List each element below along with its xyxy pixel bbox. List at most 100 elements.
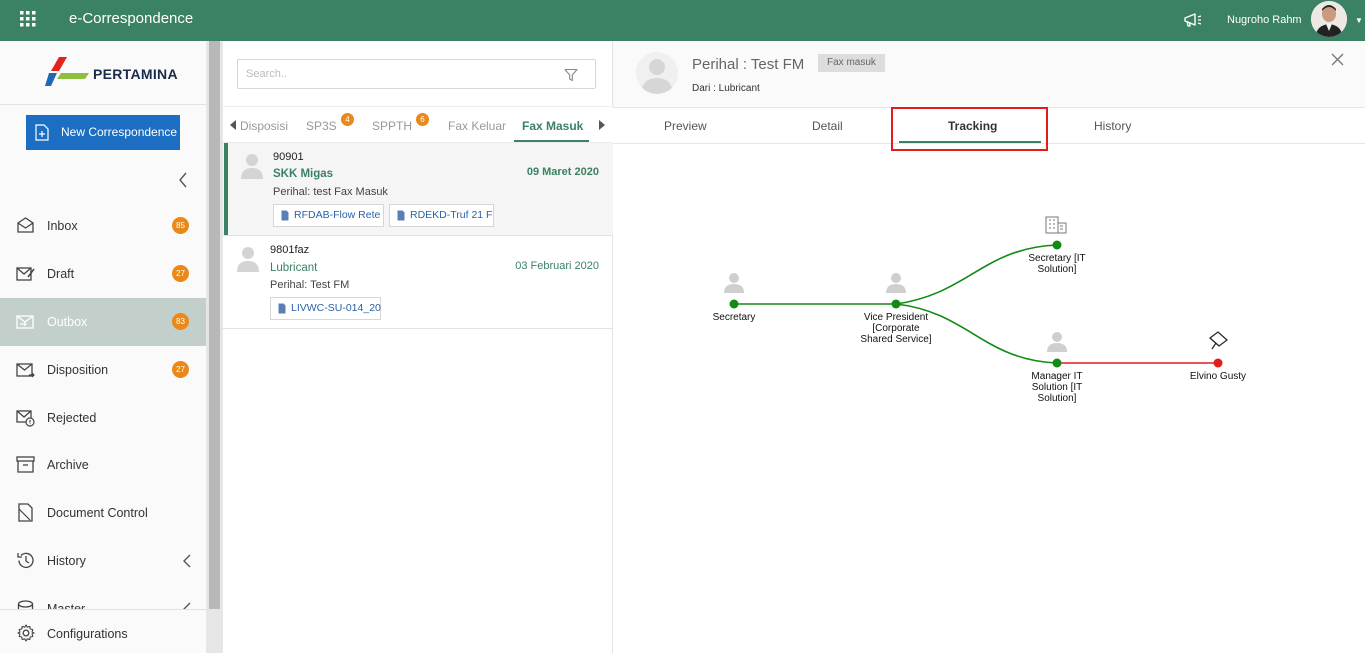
detail-sender: Dari : Lubricant [692, 83, 760, 94]
tracking-node-dot[interactable] [729, 299, 739, 309]
sppth-count-badge: 6 [416, 113, 429, 126]
tab-fax-keluar[interactable]: Fax Keluar [448, 119, 506, 133]
tabs-scroll-left-icon[interactable] [228, 119, 238, 131]
sidebar-item-archive[interactable]: Archive [0, 441, 206, 489]
detail-subject: Perihal : Test FM [692, 56, 805, 73]
attachment-chip[interactable]: RDEKD-Truf 21 F [389, 204, 494, 227]
scrollbar-thumb[interactable] [209, 41, 220, 609]
sidebar-item-label: History [47, 554, 86, 568]
tracking-node-dot[interactable] [1213, 358, 1223, 368]
disposition-envelope-icon [16, 363, 35, 378]
tracking-node-label-line: Manager IT [1031, 371, 1083, 382]
archive-box-icon [16, 456, 35, 473]
sender-avatar [636, 52, 678, 94]
app-title: e-Correspondence [69, 10, 194, 27]
sidebar-item-configurations[interactable]: Configurations [0, 609, 223, 653]
mail-subject: Perihal: test Fax Masuk [273, 186, 388, 198]
apps-grid-icon[interactable] [20, 11, 36, 27]
document-control-icon [18, 503, 33, 522]
tab-sp3s[interactable]: SP3S [306, 119, 337, 133]
tab-history[interactable]: History [1094, 119, 1131, 133]
detail-pane: Perihal : Test FM Fax masuk Dari : Lubri… [613, 41, 1365, 653]
collapse-sidebar-chevron-icon[interactable] [177, 171, 189, 189]
tracking-canvas: Secretary Vice President [Corporate Shared … [613, 144, 1365, 653]
new-document-icon [35, 124, 49, 141]
sidebar-item-inbox[interactable]: Inbox 85 [0, 202, 206, 250]
tracking-node-label-line: Secretary [712, 312, 756, 323]
sidebar-item-label: Draft [47, 267, 75, 281]
flag-icon [1209, 331, 1228, 350]
chevron-down-icon[interactable]: ▼ [1355, 16, 1363, 25]
attachment-chip[interactable]: LIVWC-SU-014_20 [270, 297, 381, 320]
tab-disposisi[interactable]: Disposisi [240, 119, 288, 133]
draft-count-badge: 27 [172, 265, 189, 282]
logo-area: PERTAMINA [0, 41, 206, 105]
tracking-node-label: Elvino Gusty [1168, 371, 1268, 382]
list-tabs: Disposisi SP3S 4 SPPTH 6 Fax Keluar Fax … [223, 106, 613, 143]
top-bar: e-Correspondence Nugroho Rahm ▼ [0, 0, 1365, 41]
rejected-envelope-icon [16, 410, 35, 427]
search-box [237, 59, 596, 89]
sidebar-item-label: Disposition [47, 363, 109, 377]
search-input[interactable] [246, 66, 546, 82]
sidebar-item-outbox[interactable]: Outbox 83 [0, 298, 206, 346]
tracking-node-label: Vice President [Corporate Shared Service] [846, 312, 946, 345]
history-clock-icon [17, 552, 34, 569]
tracking-node-label-line: Vice President [863, 312, 929, 323]
correspondence-list-pane: Disposisi SP3S 4 SPPTH 6 Fax Keluar Fax … [223, 41, 613, 653]
person-icon [886, 273, 906, 293]
detail-tabs: Preview Detail Tracking History [613, 107, 1365, 151]
new-correspondence-button[interactable]: New Correspondence [26, 115, 180, 150]
mail-sender: Lubricant [270, 262, 318, 274]
close-icon[interactable] [1331, 53, 1344, 66]
logo-text: PERTAMINA [93, 66, 178, 82]
list-item[interactable]: 9801faz Lubricant 03 Februari 2020 Perih… [223, 236, 613, 329]
list-item[interactable]: 90901 SKK Migas 09 Maret 2020 Perihal: t… [223, 143, 613, 236]
user-name[interactable]: Nugroho Rahm [1227, 14, 1302, 26]
tracking-node-label-line: Secretary [IT [1028, 253, 1086, 264]
tracking-node-dot[interactable] [1052, 240, 1062, 250]
sidebar-item-label: Rejected [47, 411, 97, 425]
active-tab-underline [514, 140, 589, 142]
tab-sppth[interactable]: SPPTH [372, 119, 412, 133]
tab-preview[interactable]: Preview [664, 119, 707, 133]
new-correspondence-label: New Correspondence [61, 125, 178, 139]
outbox-envelope-icon [16, 315, 34, 329]
filter-funnel-icon[interactable] [564, 68, 578, 82]
tab-fax-masuk[interactable]: Fax Masuk [522, 119, 583, 133]
tracking-graph [724, 216, 1228, 368]
person-icon [724, 273, 744, 293]
sidebar-item-document-control[interactable]: Document Control [0, 489, 206, 537]
file-icon [397, 210, 405, 221]
attachment-name: LIVWC-SU-014_20 [291, 302, 381, 314]
tracking-node-dot[interactable] [1052, 358, 1062, 368]
inbox-envelope-icon [17, 217, 34, 233]
sidebar-item-history[interactable]: History [0, 537, 206, 585]
building-icon [1045, 216, 1067, 234]
sidebar-item-label: Outbox [47, 315, 88, 329]
mail-sender: SKK Migas [273, 168, 334, 180]
file-icon [278, 303, 286, 314]
tracking-node-label-line: Solution] [1037, 393, 1077, 404]
user-avatar[interactable] [1311, 1, 1347, 37]
pertamina-logo-icon [45, 57, 89, 86]
chevron-left-icon [183, 554, 191, 568]
tracking-node-label-line: Elvino Gusty [1189, 371, 1247, 382]
sidebar-scrollbar[interactable] [206, 41, 223, 653]
sidebar-item-disposition[interactable]: Disposition 27 [0, 346, 206, 394]
megaphone-icon[interactable] [1183, 11, 1203, 29]
tabs-scroll-right-icon[interactable] [597, 119, 607, 131]
sp3s-count-badge: 4 [341, 113, 354, 126]
mail-number: 90901 [273, 151, 304, 163]
sidebar-item-draft[interactable]: Draft 27 [0, 250, 206, 298]
sidebar-item-rejected[interactable]: Rejected [0, 394, 206, 442]
tracking-node-dot[interactable] [891, 299, 901, 309]
tracking-node-label-line: Solution] [1037, 264, 1077, 275]
tab-detail[interactable]: Detail [812, 119, 843, 133]
attachment-chip[interactable]: RFDAB-Flow Rete [273, 204, 384, 227]
sidebar-item-label: Archive [47, 458, 89, 472]
inbox-count-badge: 85 [172, 217, 189, 234]
person-avatar-icon [237, 247, 259, 272]
sidebar-item-label: Document Control [47, 506, 148, 520]
outbox-count-badge: 83 [172, 313, 189, 330]
